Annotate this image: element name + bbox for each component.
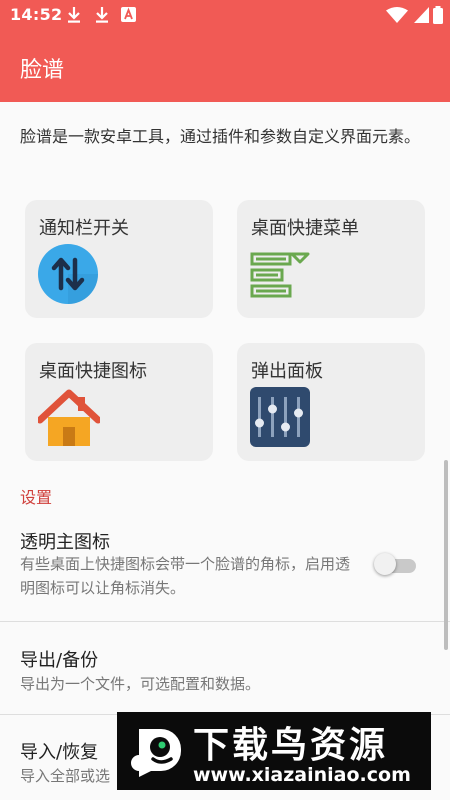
status-bar: 14:52 [0, 0, 450, 30]
setting-export-title[interactable]: 导出/备份 [20, 646, 98, 672]
download-icon [66, 6, 82, 28]
card-label: 弹出面板 [251, 361, 323, 382]
card-label: 桌面快捷图标 [39, 361, 147, 382]
intro-text: 脸谱是一款安卓工具，通过插件和参数自定义界面元素。 [20, 127, 421, 146]
setting-export-desc: 导出为一个文件，可选配置和数据。 [20, 675, 261, 693]
divider [0, 621, 450, 622]
bird-logo-icon [131, 725, 185, 779]
house-icon [36, 387, 102, 447]
card-desktop-menu[interactable]: 桌面快捷菜单 [237, 200, 425, 318]
card-popup-panel[interactable]: 弹出面板 [237, 343, 425, 461]
app-bar: 脸谱 [0, 30, 450, 102]
card-notification-toggle[interactable]: 通知栏开关 [25, 200, 213, 318]
transparent-icon-toggle[interactable] [374, 553, 418, 575]
battery-icon [432, 6, 444, 28]
download-icon [94, 6, 110, 28]
setting-import-desc: 导入全部或选 [20, 767, 111, 785]
setting-import-title[interactable]: 导入/恢复 [20, 738, 98, 764]
setting-transparent-icon-desc: 有些桌面上快捷图标会带一个脸谱的角标，启用透明图标可以让角标消失。 [20, 555, 351, 597]
menu-list-icon [250, 244, 310, 304]
card-desktop-shortcut[interactable]: 桌面快捷图标 [25, 343, 213, 461]
font-a-icon [121, 7, 136, 26]
wifi-icon [386, 7, 408, 28]
card-label: 通知栏开关 [39, 218, 129, 239]
toggle-thumb [374, 553, 396, 575]
watermark-banner: 下载鸟资源 www.xiazainiao.com [117, 712, 431, 790]
watermark-url: www.xiazainiao.com [193, 764, 411, 786]
status-time: 14:52 [10, 5, 63, 24]
setting-transparent-icon-title[interactable]: 透明主图标 [20, 528, 110, 554]
scrollbar[interactable] [444, 460, 448, 650]
watermark-brand: 下载鸟资源 [193, 725, 389, 766]
sliders-icon [250, 387, 310, 447]
app-title: 脸谱 [20, 58, 65, 83]
settings-section-title: 设置 [20, 488, 53, 507]
battery-icon [414, 7, 430, 27]
card-label: 桌面快捷菜单 [251, 218, 359, 239]
notification-toggle-icon [38, 244, 98, 304]
